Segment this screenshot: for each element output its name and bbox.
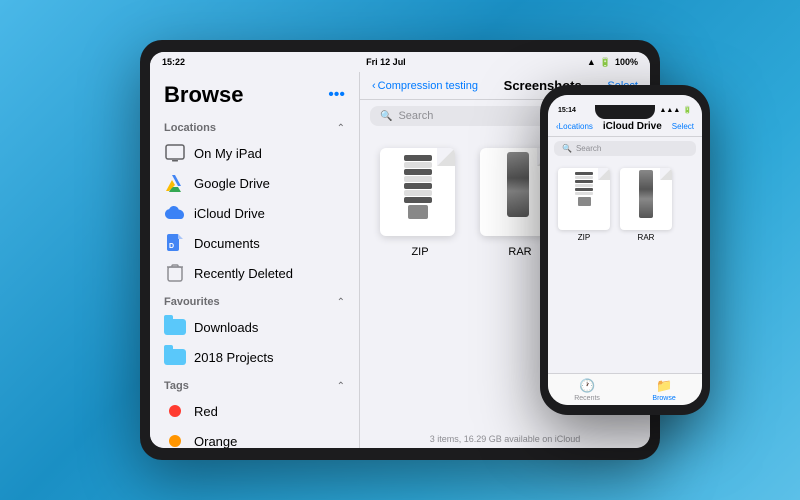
battery-icon: 🔋 (600, 57, 611, 68)
ipad-time: 15:22 (162, 57, 185, 67)
locations-chevron-icon: ⌃ (337, 123, 345, 134)
iphone-back-label: Locations (559, 122, 593, 131)
tags-label: Tags (164, 380, 189, 392)
iphone-rar-graphic (639, 170, 653, 218)
iphone-search-icon: 🔍 (562, 144, 572, 153)
on-my-ipad-label: On My iPad (194, 146, 262, 161)
sidebar-item-google-drive[interactable]: Google Drive (164, 168, 345, 198)
iphone-battery-icon: 🔋 (683, 106, 692, 114)
iphone-signal-icon: ▲▲▲ (659, 107, 680, 114)
red-tag-icon (164, 400, 186, 422)
iphone-search-placeholder: Search (576, 144, 601, 153)
search-icon: 🔍 (380, 111, 392, 122)
ipad-device-icon (164, 142, 186, 164)
iphone-search-bar[interactable]: 🔍 Search (554, 141, 696, 156)
iphone-browse-icon: 📁 (656, 378, 672, 394)
iphone-zip-graphic (575, 171, 593, 213)
favourites-label: Favourites (164, 296, 220, 308)
search-placeholder-text: Search (398, 110, 433, 122)
sidebar-title: Browse (164, 82, 243, 108)
zip-file-page (380, 148, 455, 236)
sidebar-item-icloud-drive[interactable]: iCloud Drive (164, 198, 345, 228)
iphone-wrapper: 15:14 ▲▲▲ 🔋 ‹ Locations iCloud Drive Sel… (548, 95, 702, 405)
sidebar-favourites-section: Favourites ⌃ Downloads (150, 296, 359, 372)
iphone-zip-label: ZIP (578, 233, 590, 242)
battery-percent: 100% (615, 57, 638, 67)
sidebar-item-tag-orange[interactable]: Orange (164, 426, 345, 448)
rar-zipper-graphic (507, 152, 529, 217)
iphone-rar-label: RAR (638, 233, 655, 242)
orange-tag-label: Orange (194, 434, 237, 449)
sidebar-locations-section: Locations ⌃ On My iPad (150, 122, 359, 288)
sidebar-dots-icon[interactable]: ••• (328, 86, 345, 104)
projects-folder-icon (164, 346, 186, 368)
iphone-recents-label: Recents (574, 395, 600, 402)
sidebar-item-recently-deleted[interactable]: Recently Deleted (164, 258, 345, 288)
sidebar-item-on-my-ipad[interactable]: On My iPad (164, 138, 345, 168)
iphone-notch (595, 105, 655, 119)
google-drive-label: Google Drive (194, 176, 270, 191)
locations-label: Locations (164, 122, 216, 134)
iphone-rar-file-page (620, 168, 672, 230)
iphone-nav-title: iCloud Drive (603, 121, 662, 132)
svg-text:D: D (169, 243, 174, 250)
iphone-time: 15:14 (558, 107, 576, 114)
iphone-screen: 15:14 ▲▲▲ 🔋 ‹ Locations iCloud Drive Sel… (548, 95, 702, 405)
iphone-nav-bar: ‹ Locations iCloud Drive Select (548, 117, 702, 137)
favourites-chevron-icon: ⌃ (337, 297, 345, 308)
orange-tag-icon (164, 430, 186, 448)
iphone-zip-file-page (558, 168, 610, 230)
downloads-label: Downloads (194, 320, 258, 335)
wifi-icon: ▲ (587, 57, 596, 67)
red-tag-label: Red (194, 404, 218, 419)
back-chevron-icon: ‹ (372, 80, 376, 92)
sidebar-header: Browse ••• (150, 72, 359, 114)
ipad-footer-text: 3 items, 16.29 GB available on iCloud (360, 430, 650, 448)
sidebar-item-documents[interactable]: D Documents (164, 228, 345, 258)
iphone-recents-icon: 🕐 (579, 378, 595, 394)
rar-file-label: RAR (508, 246, 531, 258)
iphone-select-button[interactable]: Select (672, 122, 694, 131)
favourites-section-header: Favourites ⌃ (164, 296, 345, 308)
google-drive-icon (164, 172, 186, 194)
recently-deleted-icon (164, 262, 186, 284)
ipad-sidebar: Browse ••• Locations ⌃ On My iPad (150, 72, 360, 448)
iphone-tab-browse[interactable]: 📁 Browse (652, 378, 675, 402)
zip-zipper-graphic (404, 154, 432, 214)
sidebar-item-tag-red[interactable]: Red (164, 396, 345, 426)
back-label: Compression testing (378, 80, 478, 92)
tags-section-header: Tags ⌃ (164, 380, 345, 392)
sidebar-item-downloads[interactable]: Downloads (164, 312, 345, 342)
ipad-date: Fri 12 Jul (366, 57, 406, 67)
iphone-browse-label: Browse (652, 395, 675, 402)
documents-label: Documents (194, 236, 260, 251)
downloads-folder-icon (164, 316, 186, 338)
iphone-files-grid: ZIP RAR (548, 160, 702, 275)
ipad-status-bar: 15:22 Fri 12 Jul ▲ 🔋 100% (150, 52, 650, 72)
iphone-rar-file-item[interactable]: RAR (620, 168, 672, 242)
zip-file-item[interactable]: ZIP (380, 148, 460, 258)
sidebar-tags-section: Tags ⌃ Red Orange (150, 380, 359, 448)
icloud-icon (164, 202, 186, 224)
iphone-device: 15:14 ▲▲▲ 🔋 ‹ Locations iCloud Drive Sel… (540, 85, 710, 415)
ipad-status-right: ▲ 🔋 100% (587, 57, 638, 68)
iphone-back-button[interactable]: ‹ Locations (556, 122, 593, 131)
zip-file-icon (380, 148, 460, 238)
recently-deleted-label: Recently Deleted (194, 266, 293, 281)
iphone-tabbar: 🕐 Recents 📁 Browse (548, 373, 702, 405)
documents-icon: D (164, 232, 186, 254)
locations-section-header: Locations ⌃ (164, 122, 345, 134)
zip-file-label: ZIP (411, 246, 428, 258)
back-button[interactable]: ‹ Compression testing (372, 80, 478, 92)
icloud-drive-label: iCloud Drive (194, 206, 265, 221)
iphone-zip-file-item[interactable]: ZIP (558, 168, 610, 242)
iphone-tab-recents[interactable]: 🕐 Recents (574, 378, 600, 402)
iphone-status-icons: ▲▲▲ 🔋 (659, 106, 692, 114)
tags-chevron-icon: ⌃ (337, 381, 345, 392)
sidebar-item-2018-projects[interactable]: 2018 Projects (164, 342, 345, 372)
2018-projects-label: 2018 Projects (194, 350, 274, 365)
